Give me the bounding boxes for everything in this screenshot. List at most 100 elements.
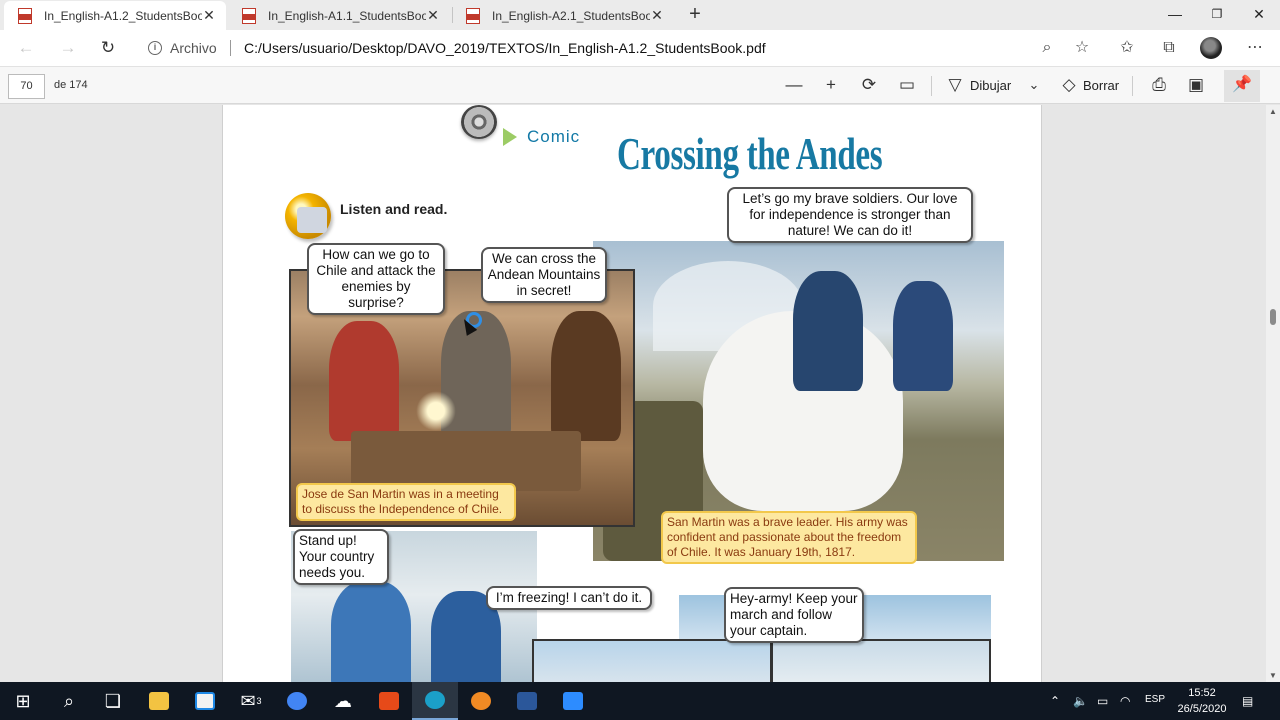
zoom-app-icon[interactable]: [550, 682, 596, 720]
tab-1[interactable]: In_English-A1.2_StudentsBook.pdf ✕: [4, 1, 226, 30]
site-info[interactable]: i Archivo: [148, 40, 217, 56]
close-tab-icon[interactable]: ✕: [202, 7, 216, 24]
comic-panel-mountains: [532, 639, 772, 682]
office-icon[interactable]: [366, 682, 412, 720]
draw-icon[interactable]: ▽: [944, 75, 966, 97]
speech-bubble: How can we go to Chile and attack the en…: [307, 243, 445, 315]
save-icon[interactable]: ▣: [1185, 75, 1207, 97]
film-reel-icon: [461, 105, 497, 139]
collections-icon[interactable]: ⧉: [1158, 38, 1180, 60]
soldier-figure: [331, 581, 411, 682]
pdf-page: Comic Crossing the Andes Listen and read…: [222, 105, 1042, 682]
new-tab-button[interactable]: +: [684, 2, 706, 28]
table-shape: [351, 431, 581, 491]
app-hand-icon[interactable]: [458, 682, 504, 720]
address-bar: ← → ↻ i Archivo C:/Users/usuario/Desktop…: [0, 30, 1280, 66]
chevron-down-icon[interactable]: ⌄: [1023, 75, 1045, 97]
eraser-icon[interactable]: ◇: [1058, 75, 1080, 97]
more-options-icon[interactable]: ⋯: [1244, 38, 1266, 60]
file-explorer-icon[interactable]: [136, 682, 182, 720]
caption-box: Jose de San Martin was in a meeting to d…: [296, 483, 516, 521]
erase-button[interactable]: Borrar: [1083, 78, 1119, 93]
close-tab-icon[interactable]: ✕: [426, 7, 440, 24]
audio-cd-icon: [285, 193, 331, 239]
page-number-input[interactable]: 70: [8, 74, 45, 99]
pdf-viewer[interactable]: Comic Crossing the Andes Listen and read…: [0, 105, 1280, 682]
page-total: de 174: [54, 79, 88, 91]
chrome-icon[interactable]: [274, 682, 320, 720]
scrollbar-thumb[interactable]: [1270, 309, 1276, 325]
word-icon[interactable]: [504, 682, 550, 720]
fit-page-icon[interactable]: ▭: [896, 75, 918, 97]
url-field[interactable]: C:/Users/usuario/Desktop/DAVO_2019/TEXTO…: [244, 40, 766, 56]
language-indicator[interactable]: ESP: [1145, 694, 1165, 705]
task-view-icon[interactable]: ❏: [90, 682, 136, 720]
minimize-button[interactable]: —: [1152, 0, 1198, 30]
toolbar-divider: [931, 76, 932, 96]
notifications-icon[interactable]: ▤: [1242, 694, 1253, 708]
scroll-up-icon[interactable]: ▲: [1269, 107, 1277, 116]
print-icon[interactable]: ⎙: [1148, 75, 1170, 97]
search-icon[interactable]: ⌕: [46, 682, 92, 720]
tab-label: In_English-A2.1_StudentsBook.pdf: [492, 8, 650, 23]
pdf-icon: [466, 7, 480, 24]
clock[interactable]: 15:52 26/5/2020: [1172, 685, 1232, 717]
mail-badge: 3: [256, 696, 262, 706]
onedrive-icon[interactable]: ☁: [320, 682, 366, 720]
rotate-icon[interactable]: ⟳: [858, 75, 880, 97]
date-text: 26/5/2020: [1177, 703, 1227, 715]
toolbar-divider: [1132, 76, 1133, 96]
battery-icon[interactable]: ▭: [1097, 694, 1108, 708]
zoom-in-icon[interactable]: +: [820, 75, 842, 97]
tab-label: In_English-A1.2_StudentsBook.pdf: [44, 8, 202, 23]
section-tag-label: Comic: [527, 127, 581, 146]
san-martin-figure: [793, 271, 863, 391]
officer-figure: [329, 321, 399, 441]
instruction-text: Listen and read.: [340, 201, 448, 217]
soldier-figure: [893, 281, 953, 391]
pin-toolbar-button[interactable]: 📌: [1224, 70, 1260, 102]
start-windows-icon[interactable]: ⊞: [0, 682, 46, 720]
store-icon[interactable]: [182, 682, 228, 720]
time-text: 15:52: [1188, 687, 1216, 699]
zoom-icon[interactable]: ⌕: [1036, 38, 1058, 60]
section-tag: Comic: [503, 127, 580, 147]
close-tab-icon[interactable]: ✕: [650, 7, 664, 24]
speech-bubble: We can cross the Andean Mountains in sec…: [481, 247, 607, 303]
forward-button[interactable]: →: [54, 34, 82, 62]
edge-icon[interactable]: [412, 682, 458, 720]
speech-bubble: Stand up! Your country needs you.: [293, 529, 389, 585]
vertical-scrollbar[interactable]: ▲ ▼: [1266, 105, 1280, 682]
tab-3[interactable]: In_English-A2.1_StudentsBook.pdf ✕: [452, 1, 674, 30]
close-window-button[interactable]: ✕: [1236, 0, 1280, 30]
taskbar: ⊞ ⌕ ❏ ✉ 3 ☁ ⌃ 🔈 ▭ ◠ ESP 15:52 26/5/2020 ▤: [0, 682, 1280, 720]
zoom-out-icon[interactable]: —: [783, 75, 805, 97]
favorites-icon[interactable]: ✩: [1116, 38, 1138, 60]
man-in-hat-figure: [551, 311, 621, 441]
mail-icon[interactable]: ✉ 3: [228, 682, 274, 720]
play-triangle-icon: [503, 128, 517, 146]
scroll-down-icon[interactable]: ▼: [1269, 671, 1277, 680]
speech-bubble: Hey-army! Keep your march and follow you…: [724, 587, 864, 643]
comic-title: Crossing the Andes: [617, 128, 883, 179]
tab-strip: In_English-A1.2_StudentsBook.pdf ✕ In_En…: [0, 0, 1280, 30]
volume-icon[interactable]: 🔈: [1073, 694, 1088, 708]
pdf-icon: [242, 7, 256, 24]
tab-label: In_English-A1.1_StudentsBook(1).pdf: [268, 8, 426, 23]
favorite-star-icon[interactable]: ☆: [1071, 38, 1093, 60]
refresh-button[interactable]: ↻: [94, 34, 122, 62]
info-icon: i: [148, 41, 162, 55]
comic-panel-march: [771, 639, 991, 682]
caption-box: San Martin was a brave leader. His army …: [661, 511, 917, 564]
back-button[interactable]: ←: [12, 34, 40, 62]
draw-button[interactable]: Dibujar: [970, 78, 1011, 93]
restore-button[interactable]: ❐: [1194, 0, 1240, 30]
url-divider: [230, 40, 231, 56]
chevron-up-icon[interactable]: ⌃: [1050, 694, 1060, 708]
tab-2[interactable]: In_English-A1.1_StudentsBook(1).pdf ✕: [228, 1, 450, 30]
speech-bubble: Let’s go my brave soldiers. Our love for…: [727, 187, 973, 243]
candle-glow: [416, 391, 456, 431]
wifi-icon[interactable]: ◠: [1120, 694, 1130, 708]
speech-bubble: I’m freezing! I can’t do it.: [486, 586, 652, 610]
profile-avatar[interactable]: [1200, 37, 1222, 59]
